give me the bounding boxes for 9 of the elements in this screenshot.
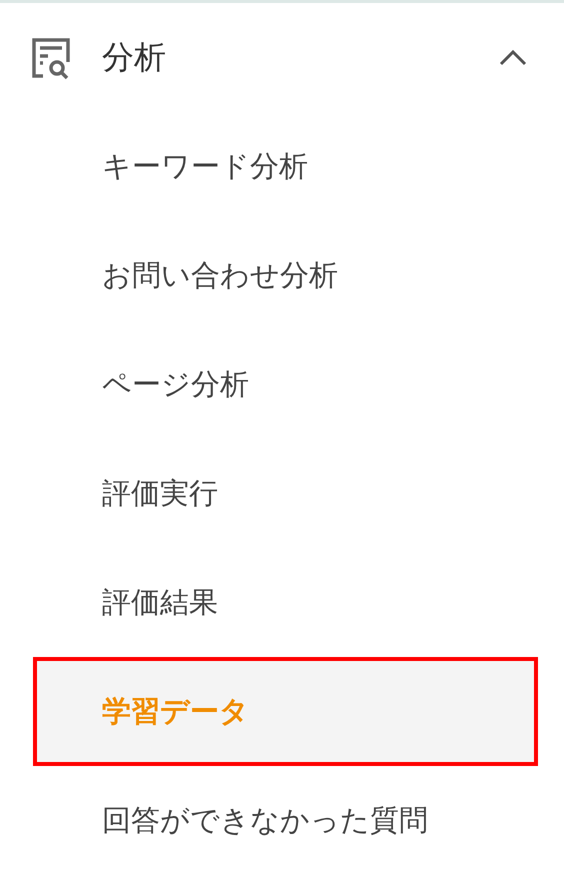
menu-item[interactable]: 評価実行 <box>33 439 538 548</box>
menu-item[interactable]: 評価結果 <box>33 548 538 657</box>
menu-section-header[interactable]: 分析 <box>0 3 564 112</box>
menu-item[interactable]: 回答ができなかった質問 <box>33 766 538 875</box>
menu-item[interactable]: お問い合わせ分析 <box>33 221 538 330</box>
chevron-icon <box>498 48 528 68</box>
menu-item[interactable]: ページ分析 <box>33 330 538 439</box>
menu-item[interactable]: キーワード分析 <box>33 112 538 221</box>
section-title: 分析 <box>102 36 167 78</box>
